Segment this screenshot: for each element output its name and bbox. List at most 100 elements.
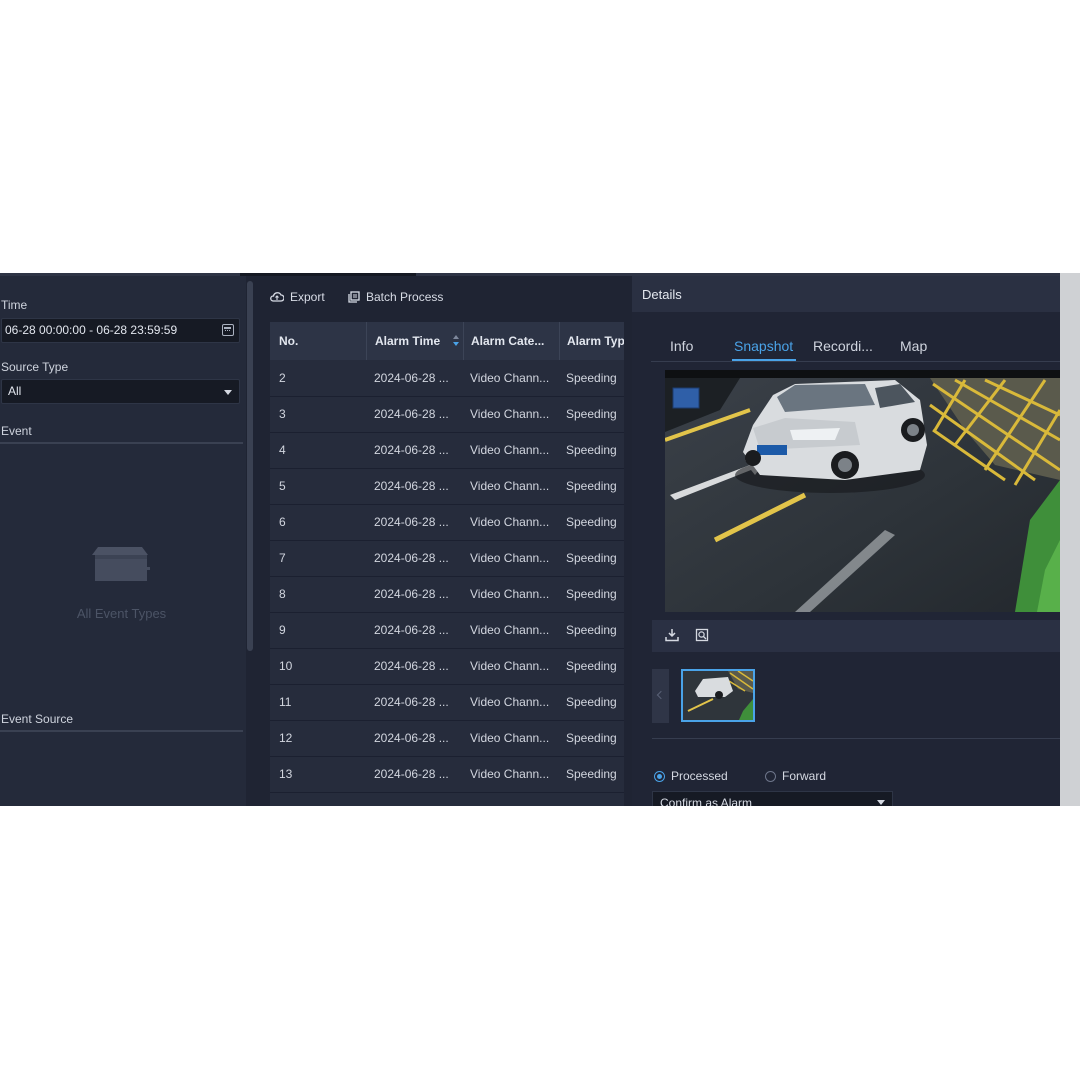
- table-row[interactable]: 5 2024-06-28 ... Video Chann... Speeding: [270, 468, 624, 505]
- table-row[interactable]: 4 2024-06-28 ... Video Chann... Speeding: [270, 432, 624, 469]
- table-row[interactable]: 3 2024-06-28 ... Video Chann... Speeding: [270, 396, 624, 433]
- forward-label: Forward: [782, 769, 827, 783]
- zoom-icon[interactable]: [695, 628, 709, 642]
- table-row[interactable]: 11 2024-06-28 ... Video Chann... Speeding: [270, 684, 624, 721]
- table-row[interactable]: 6 2024-06-28 ... Video Chann... Speeding: [270, 504, 624, 541]
- source-type-value: All: [8, 384, 22, 398]
- cell-alarm-type: Speeding: [566, 443, 617, 457]
- cell-no: 10: [279, 659, 293, 673]
- cell-no: 4: [279, 443, 286, 457]
- batch-process-label: Batch Process: [366, 290, 444, 304]
- cell-alarm-category: Video Chann...: [470, 443, 550, 457]
- cell-alarm-time: 2024-06-28 ...: [374, 371, 449, 385]
- chevron-down-icon: [877, 800, 885, 805]
- table-header: No. Alarm Time Alarm Cate... Alarm Typ: [270, 322, 624, 360]
- cell-alarm-type: Speeding: [566, 551, 617, 565]
- snapshot-toolbar: [652, 620, 1060, 652]
- details-panel: Details Info Snapshot Recordi... Map Pro…: [632, 276, 1060, 806]
- column-divider: [463, 322, 464, 360]
- radio-checked-icon: [654, 770, 665, 782]
- export-label: Export: [290, 290, 325, 304]
- cell-alarm-category: Video Chann...: [470, 371, 550, 385]
- cell-alarm-category: Video Chann...: [470, 695, 550, 709]
- batch-process-icon: [348, 291, 360, 303]
- column-header-alarm-category[interactable]: Alarm Cate...: [471, 322, 557, 360]
- cell-no: 2: [279, 371, 286, 385]
- alarm-list-panel: Export Batch Process No. Alarm Time Alar…: [262, 276, 632, 806]
- cell-alarm-type: Speeding: [566, 407, 617, 421]
- thumbnail-image: [683, 671, 753, 720]
- cell-no: 3: [279, 407, 286, 421]
- processed-radio[interactable]: Processed: [654, 769, 728, 783]
- cell-alarm-time: 2024-06-28 ...: [374, 515, 449, 529]
- event-label: Event: [1, 424, 32, 438]
- cloud-export-icon: [270, 291, 284, 302]
- snapshot-image[interactable]: [665, 370, 1060, 612]
- cell-alarm-type: Speeding: [566, 371, 617, 385]
- cell-alarm-time: 2024-06-28 ...: [374, 731, 449, 745]
- table-row[interactable]: 7 2024-06-28 ... Video Chann... Speeding: [270, 540, 624, 577]
- cell-alarm-category: Video Chann...: [470, 731, 550, 745]
- table-row[interactable]: 2 2024-06-28 ... Video Chann... Speeding: [270, 360, 624, 397]
- alarm-table: No. Alarm Time Alarm Cate... Alarm Typ 2…: [270, 322, 624, 806]
- tab-divider: [651, 361, 1060, 362]
- cell-alarm-category: Video Chann...: [470, 479, 550, 493]
- export-button[interactable]: Export: [270, 290, 325, 304]
- radio-unchecked-icon: [765, 770, 776, 782]
- cell-alarm-category: Video Chann...: [470, 623, 550, 637]
- cell-alarm-category: Video Chann...: [470, 659, 550, 673]
- cell-alarm-category: Video Chann...: [470, 407, 550, 421]
- time-range-field[interactable]: 06-28 00:00:00 - 06-28 23:59:59: [1, 318, 240, 343]
- batch-process-button[interactable]: Batch Process: [348, 290, 443, 304]
- cell-no: 11: [279, 695, 292, 709]
- tab-recording[interactable]: Recordi...: [813, 338, 873, 354]
- details-header: Details: [632, 276, 1060, 312]
- cell-alarm-time: 2024-06-28 ...: [374, 407, 449, 421]
- table-row[interactable]: 10 2024-06-28 ... Video Chann... Speeding: [270, 648, 624, 685]
- cell-alarm-category: Video Chann...: [470, 551, 550, 565]
- cell-alarm-type: Speeding: [566, 731, 617, 745]
- thumbnail-divider: [652, 738, 1060, 739]
- cell-alarm-time: 2024-06-28 ...: [374, 659, 449, 673]
- cell-alarm-time: 2024-06-28 ...: [374, 443, 449, 457]
- column-header-alarm-time[interactable]: Alarm Time: [375, 322, 449, 360]
- table-row[interactable]: 8 2024-06-28 ... Video Chann... Speeding: [270, 576, 624, 613]
- cell-no: 6: [279, 515, 286, 529]
- thumbnail-prev-button[interactable]: [652, 669, 669, 723]
- event-source-divider: [0, 730, 243, 732]
- snapshot-thumbnail[interactable]: [681, 669, 755, 722]
- cell-no: 7: [279, 551, 286, 565]
- cell-alarm-category: Video Chann...: [470, 515, 550, 529]
- cell-alarm-type: Speeding: [566, 659, 617, 673]
- cell-alarm-time: 2024-06-28 ...: [374, 587, 449, 601]
- download-icon[interactable]: [665, 628, 679, 642]
- calendar-icon[interactable]: [222, 324, 234, 336]
- cell-alarm-type: Speeding: [566, 515, 617, 529]
- forward-radio[interactable]: Forward: [765, 769, 826, 783]
- column-header-no[interactable]: No.: [279, 322, 359, 360]
- cell-alarm-time: 2024-06-28 ...: [374, 551, 449, 565]
- cell-alarm-category: Video Chann...: [470, 587, 550, 601]
- tab-snapshot[interactable]: Snapshot: [734, 338, 793, 354]
- sort-icon[interactable]: [453, 335, 459, 347]
- cell-alarm-time: 2024-06-28 ...: [374, 623, 449, 637]
- tab-info[interactable]: Info: [670, 338, 693, 354]
- column-header-alarm-type[interactable]: Alarm Typ: [567, 322, 624, 360]
- time-range-value: 06-28 00:00:00 - 06-28 23:59:59: [5, 323, 178, 337]
- time-label: Time: [1, 298, 28, 312]
- source-type-select[interactable]: All: [1, 379, 240, 404]
- cell-no: 13: [279, 767, 293, 781]
- process-result-select[interactable]: Confirm as Alarm: [652, 791, 893, 806]
- column-divider: [559, 322, 560, 360]
- cell-alarm-type: Speeding: [566, 623, 617, 637]
- cell-no: 12: [279, 731, 293, 745]
- cell-alarm-time: 2024-06-28 ...: [374, 767, 449, 781]
- cell-no: 8: [279, 587, 286, 601]
- table-row[interactable]: 13 2024-06-28 ... Video Chann... Speeding: [270, 756, 624, 793]
- cell-alarm-type: Speeding: [566, 695, 617, 709]
- filter-scrollbar[interactable]: [247, 281, 253, 651]
- table-row[interactable]: 9 2024-06-28 ... Video Chann... Speeding: [270, 612, 624, 649]
- tab-map[interactable]: Map: [900, 338, 927, 354]
- table-row[interactable]: 12 2024-06-28 ... Video Chann... Speeding: [270, 720, 624, 757]
- cell-alarm-type: Speeding: [566, 479, 617, 493]
